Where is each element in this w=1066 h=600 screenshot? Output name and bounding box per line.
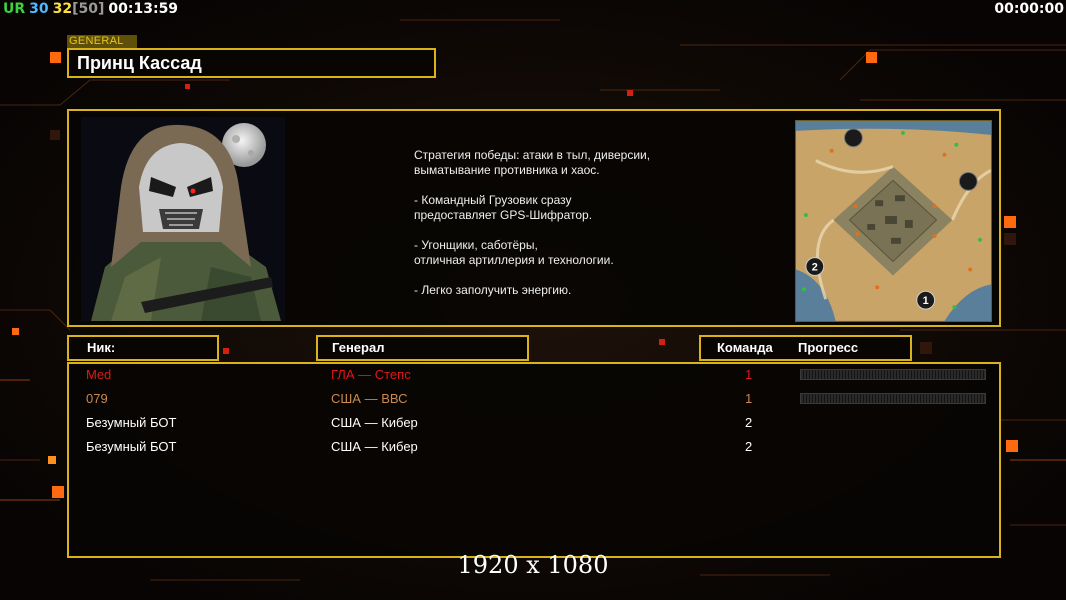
minimap[interactable]: 2 1 — [795, 120, 992, 322]
fps-counter: UR 30 32[50] 00:13:59 — [3, 1, 182, 17]
player-general: ГЛА — Степс — [331, 367, 411, 382]
player-team: 1 — [745, 391, 753, 406]
minimap-marker-1: 1 — [923, 295, 929, 307]
player-general: США — Кибер — [331, 439, 418, 454]
player-row: 079 США — ВВС 1 — [69, 389, 999, 409]
general-info-panel: Стратегия победы: атаки в тыл, диверсии,… — [67, 109, 1001, 327]
column-header-nick: Ник: — [67, 335, 219, 361]
resolution-label: 1920 x 1080 — [457, 551, 609, 579]
column-header-general: Генерал — [316, 335, 529, 361]
minimap-marker-2: 2 — [812, 261, 818, 273]
player-general: США — Кибер — [331, 415, 418, 430]
player-nick: Med — [86, 367, 112, 382]
elapsed-time: 00:13:59 — [108, 1, 179, 17]
general-portrait — [81, 117, 285, 321]
general-description: Стратегия победы: атаки в тыл, диверсии,… — [414, 148, 651, 297]
fps-target: 32 — [52, 1, 73, 17]
player-nick: 079 — [86, 391, 108, 406]
player-team: 1 — [745, 367, 753, 382]
general-name: Принц Кассад — [67, 48, 436, 78]
player-row: Безумный БОТ США — Кибер 2 — [69, 437, 999, 457]
column-header-progress: Прогресс — [798, 340, 859, 355]
player-general: США — ВВС — [331, 391, 408, 406]
game-timer: 00:00:00 — [994, 1, 1064, 17]
players-panel: Med ГЛА — Степс 1 079 США — ВВС 1 Безумн… — [67, 362, 1001, 558]
player-team: 2 — [745, 439, 753, 454]
player-nick: Безумный БОТ — [86, 415, 177, 430]
player-row: Med ГЛА — Степс 1 — [69, 365, 999, 385]
player-progress-bar — [800, 369, 986, 380]
ur-label: UR — [3, 1, 26, 17]
column-header-team-progress: Команда Прогресс — [699, 335, 912, 361]
player-progress-bar — [800, 393, 986, 404]
column-header-team: Команда — [717, 340, 773, 355]
fps-limit: [50] — [72, 1, 105, 17]
player-nick: Безумный БОТ — [86, 439, 177, 454]
player-row: Безумный БОТ США — Кибер 2 — [69, 413, 999, 433]
general-tag: GENERAL — [67, 35, 137, 48]
fps-value: 30 — [29, 1, 49, 17]
player-team: 2 — [745, 415, 753, 430]
